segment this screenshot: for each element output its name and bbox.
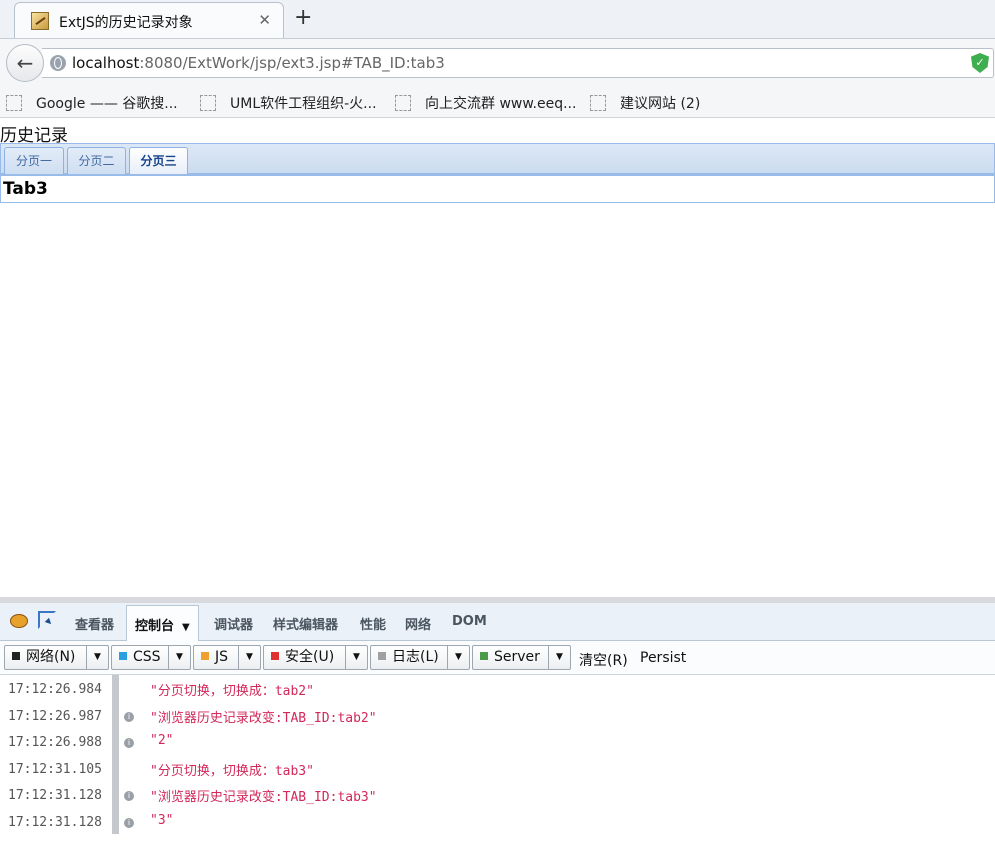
- url-host: localhost: [72, 54, 140, 72]
- info-icon: i: [124, 817, 134, 828]
- page-placeholder-icon: [395, 95, 411, 111]
- shield-check-icon[interactable]: ✓: [971, 53, 989, 73]
- chevron-down-icon[interactable]: ▼: [447, 646, 469, 669]
- log-timestamp: 17:12:31.128: [8, 814, 102, 830]
- bookmark-item[interactable]: 向上交流群 www.eeq...: [395, 93, 576, 113]
- browser-tab-title: ExtJS的历史记录对象: [59, 15, 193, 31]
- ext-tab-bar: 分页一 分页二 分页三: [0, 143, 995, 175]
- devtools-tab-console[interactable]: 控制台 ▼: [126, 605, 199, 642]
- server-swatch-icon: [480, 652, 488, 660]
- js-swatch-icon: [201, 652, 209, 660]
- info-icon: i: [124, 711, 134, 722]
- security-swatch-icon: [271, 652, 279, 660]
- tab-content-text: Tab3: [3, 179, 48, 199]
- devtools-tab-bar: 查看器 控制台 ▼ 调试器 样式编辑器 性能 网络 DOM: [0, 603, 995, 642]
- chevron-down-icon[interactable]: ▼: [182, 622, 190, 633]
- globe-icon: [50, 55, 66, 71]
- chevron-down-icon[interactable]: ▼: [548, 646, 570, 669]
- chevron-down-icon[interactable]: ▼: [168, 646, 190, 669]
- tab-page-one[interactable]: 分页一: [4, 147, 64, 174]
- console-log-row[interactable]: 17:12:26.984 "分页切换，切换成：tab2": [0, 675, 995, 701]
- info-icon: i: [124, 791, 134, 801]
- clear-console-button[interactable]: 清空(R): [579, 650, 628, 670]
- console-log-row[interactable]: 17:12:26.988 i "2": [0, 728, 995, 754]
- persist-toggle[interactable]: Persist: [640, 650, 686, 666]
- chevron-down-icon[interactable]: ▼: [238, 646, 260, 669]
- log-message[interactable]: "浏览器历史记录改变:TAB_ID:tab3": [150, 786, 377, 805]
- console-log-row[interactable]: 17:12:31.128 i "3": [0, 808, 995, 834]
- log-timestamp: 17:12:26.987: [8, 708, 102, 724]
- console-log-row[interactable]: 17:12:31.105 "分页切换，切换成：tab3": [0, 755, 995, 781]
- url-path: :8080/ExtWork/jsp/ext3.jsp#TAB_ID:tab3: [139, 54, 445, 72]
- net-swatch-icon: [12, 652, 20, 660]
- filter-security-button[interactable]: 安全(U) ▼: [263, 645, 368, 670]
- filter-net-button[interactable]: 网络(N) ▼: [4, 645, 109, 670]
- tab-panel-body: Tab3: [0, 174, 995, 203]
- page-placeholder-icon: [200, 95, 216, 111]
- log-timestamp: 17:12:26.984: [8, 682, 102, 697]
- logging-swatch-icon: [378, 652, 386, 660]
- tab-page-two[interactable]: 分页二: [67, 147, 126, 174]
- info-icon: i: [124, 738, 134, 748]
- devtools-tab-inspector[interactable]: 查看器: [75, 614, 114, 633]
- log-timestamp: 17:12:31.128: [8, 788, 102, 803]
- filter-logging-button[interactable]: 日志(L) ▼: [370, 645, 470, 670]
- bookmark-item[interactable]: UML软件工程组织-火...: [200, 93, 377, 113]
- console-output: 17:12:26.984 "分页切换，切换成：tab2" 17:12:26.987 i…: [0, 675, 995, 864]
- devtools-tab-network[interactable]: 网络: [405, 614, 431, 633]
- bookmarks-toolbar: Google —— 谷歌搜... UML软件工程组织-火... 向上交流群 ww…: [0, 88, 995, 118]
- console-log-row[interactable]: 17:12:26.987 i "浏览器历史记录改变:TAB_ID:tab2": [0, 702, 995, 728]
- page-placeholder-icon: [6, 95, 22, 111]
- console-log-row[interactable]: 17:12:31.128 i "浏览器历史记录改变:TAB_ID:tab3": [0, 781, 995, 807]
- address-bar[interactable]: localhost:8080/ExtWork/jsp/ext3.jsp#TAB_…: [42, 48, 994, 78]
- new-tab-button[interactable]: +: [294, 6, 312, 30]
- bookmark-item[interactable]: 建议网站 (2): [590, 93, 700, 113]
- chevron-down-icon[interactable]: ▼: [86, 646, 108, 669]
- devtools-tab-style-editor[interactable]: 样式编辑器: [273, 614, 338, 633]
- log-message[interactable]: "分页切换，切换成：tab3": [150, 760, 314, 779]
- close-tab-icon[interactable]: ✕: [258, 11, 271, 29]
- devtools-tab-performance[interactable]: 性能: [360, 614, 386, 633]
- bookmark-item[interactable]: Google —— 谷歌搜...: [6, 93, 178, 113]
- filter-css-button[interactable]: CSS ▼: [111, 645, 191, 670]
- page-placeholder-icon: [590, 95, 606, 111]
- log-message[interactable]: "分页切换，切换成：tab2": [150, 680, 314, 699]
- filter-server-button[interactable]: Server ▼: [472, 645, 571, 670]
- console-filter-bar: 网络(N) ▼ CSS ▼ JS ▼ 安全(U) ▼ 日志(L) ▼ Serve…: [0, 641, 995, 675]
- tab-page-three[interactable]: 分页三: [129, 147, 188, 175]
- browser-tab[interactable]: ExtJS的历史记录对象 ✕: [14, 2, 284, 38]
- log-timestamp: 17:12:26.988: [8, 735, 102, 750]
- log-timestamp: 17:12:31.105: [8, 761, 102, 777]
- browser-tab-strip: ExtJS的历史记录对象 ✕ +: [0, 0, 995, 38]
- filter-js-button[interactable]: JS ▼: [193, 645, 261, 670]
- css-swatch-icon: [119, 652, 127, 660]
- navigation-bar: localhost:8080/ExtWork/jsp/ext3.jsp#TAB_…: [0, 38, 995, 88]
- element-picker-icon[interactable]: [38, 611, 56, 629]
- devtools-tab-debugger[interactable]: 调试器: [214, 614, 253, 633]
- firebug-icon[interactable]: [10, 614, 28, 628]
- log-message[interactable]: "3": [150, 813, 173, 828]
- chevron-down-icon[interactable]: ▼: [345, 646, 367, 669]
- log-message[interactable]: "浏览器历史记录改变:TAB_ID:tab2": [150, 707, 377, 726]
- log-message[interactable]: "2": [150, 733, 173, 748]
- back-button[interactable]: ←: [6, 44, 44, 82]
- extjs-favicon-icon: [31, 12, 49, 30]
- address-url[interactable]: localhost:8080/ExtWork/jsp/ext3.jsp#TAB_…: [72, 54, 445, 72]
- devtools-tab-dom[interactable]: DOM: [452, 614, 487, 629]
